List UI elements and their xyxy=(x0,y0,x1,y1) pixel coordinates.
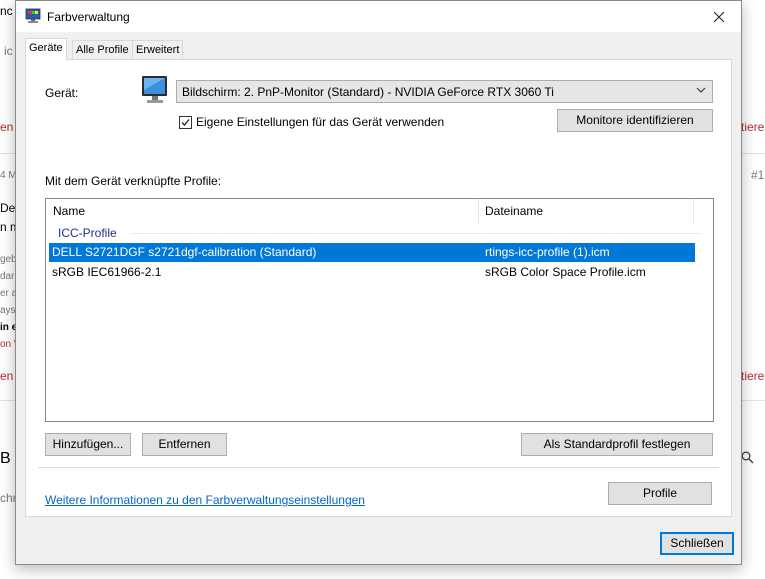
profile-filename: rtings-icc-profile (1).icm xyxy=(485,245,610,259)
remove-profile-button[interactable]: Entfernen xyxy=(142,433,227,456)
bg-fragment: in e xyxy=(0,322,15,333)
bg-fragment: ic xyxy=(4,44,13,58)
tab-advanced[interactable]: Erweitert xyxy=(132,40,184,60)
profile-row-selected[interactable]: DELL S2721DGF s2721dgf-calibration (Stan… xyxy=(49,243,695,262)
bg-fragment: 4 M xyxy=(0,170,15,181)
bg-fragment: dar xyxy=(0,271,15,282)
profiles-list[interactable]: Name Dateiname ICC-Profile DELL S2721DGF… xyxy=(45,198,714,422)
close-window-button[interactable] xyxy=(696,1,741,32)
use-own-settings-checkbox[interactable] xyxy=(179,116,192,129)
profile-name: sRGB IEC61966-2.1 xyxy=(52,265,162,279)
chevron-down-icon xyxy=(696,87,706,93)
bg-fragment: on " xyxy=(0,339,15,350)
bg-fragment: en xyxy=(0,369,14,383)
search-icon[interactable] xyxy=(741,451,754,464)
color-management-icon xyxy=(25,8,41,23)
bg-fragment: en xyxy=(0,120,14,134)
bg-fragment: geb xyxy=(0,254,15,265)
title-bar[interactable]: Farbverwaltung xyxy=(16,1,741,32)
bg-fragment: nc xyxy=(0,4,13,18)
more-info-link[interactable]: Weitere Informationen zu den Farbverwalt… xyxy=(45,493,365,507)
bg-fragment: n m xyxy=(0,220,15,234)
bg-fragment: ays xyxy=(0,305,15,316)
monitor-icon xyxy=(142,76,167,103)
window-title: Farbverwaltung xyxy=(47,10,130,24)
tab-devices[interactable]: Geräte xyxy=(25,38,67,61)
use-own-settings-label[interactable]: Eigene Einstellungen für das Gerät verwe… xyxy=(196,115,444,129)
bg-fragment: #1 xyxy=(751,168,765,182)
device-select[interactable]: Bildschirm: 2. PnP-Monitor (Standard) - … xyxy=(176,80,713,103)
column-header-name[interactable]: Name xyxy=(53,204,85,218)
close-button[interactable]: Schließen xyxy=(660,532,734,555)
list-header: Name Dateiname xyxy=(46,199,713,223)
checkmark-icon xyxy=(181,119,190,126)
set-default-profile-button[interactable]: Als Standardprofil festlegen xyxy=(521,433,713,456)
device-label: Gerät: xyxy=(45,86,79,100)
color-management-dialog: Farbverwaltung Geräte Alle Profile Erwei… xyxy=(15,0,742,565)
bg-fragment: er a xyxy=(0,288,15,299)
profile-button[interactable]: Profile xyxy=(608,482,712,505)
profile-filename: sRGB Color Space Profile.icm xyxy=(485,265,646,279)
bg-fragment: chr xyxy=(0,491,15,505)
bg-fragment: B xyxy=(0,450,11,467)
tab-all-profiles[interactable]: Alle Profile xyxy=(72,40,133,60)
column-header-filename[interactable]: Dateiname xyxy=(485,204,543,218)
identify-monitors-button[interactable]: Monitore identifizieren xyxy=(557,109,713,132)
add-profile-button[interactable]: Hinzufügen... xyxy=(45,433,131,456)
group-header-icc[interactable]: ICC-Profile xyxy=(58,226,117,240)
bg-fragment: Del xyxy=(0,201,15,215)
linked-profiles-heading: Mit dem Gerät verknüpfte Profile: xyxy=(45,174,222,188)
device-select-value: Bildschirm: 2. PnP-Monitor (Standard) - … xyxy=(182,85,554,99)
close-icon xyxy=(713,11,724,22)
bg-fragment: tiere xyxy=(741,120,765,134)
profile-name: DELL S2721DGF s2721dgf-calibration (Stan… xyxy=(52,245,317,259)
profile-row[interactable]: sRGB IEC61966-2.1 sRGB Color Space Profi… xyxy=(49,263,695,282)
bg-fragment: tiere xyxy=(741,369,765,383)
